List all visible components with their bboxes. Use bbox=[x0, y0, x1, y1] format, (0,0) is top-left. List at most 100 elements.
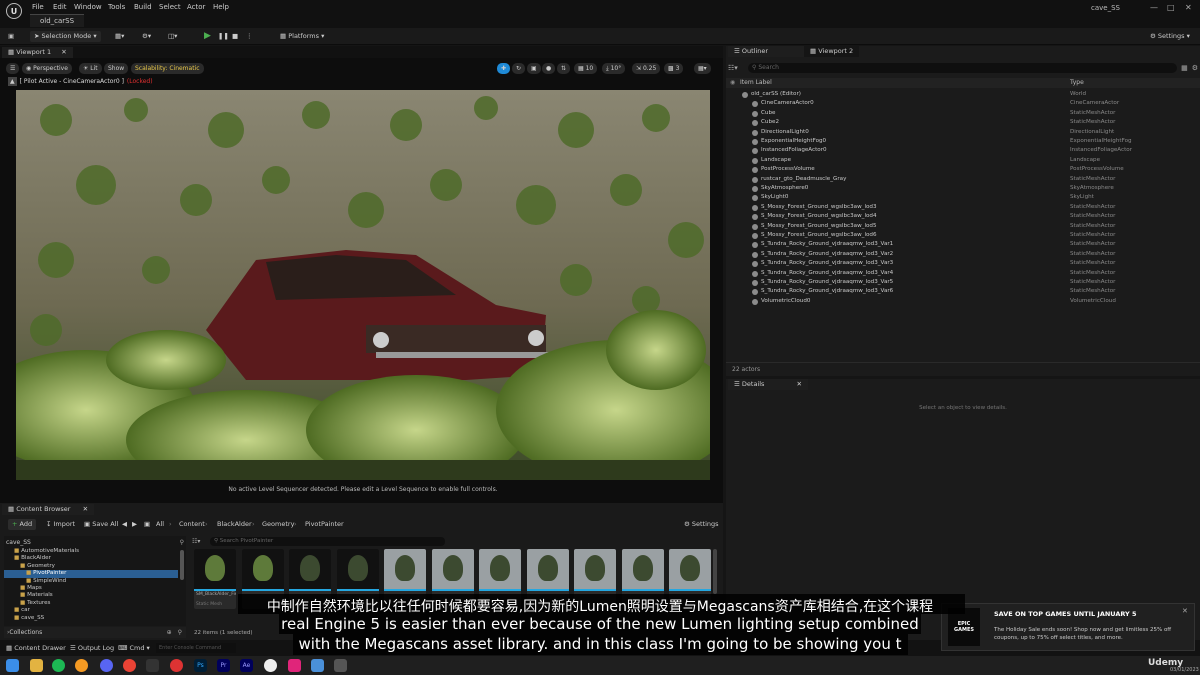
surface-snap-icon[interactable]: ⇅ bbox=[557, 63, 571, 74]
recorder-icon[interactable] bbox=[170, 659, 183, 672]
add-button[interactable]: + Add bbox=[8, 519, 37, 530]
selection-mode-button[interactable]: ➤ Selection Mode ▾ bbox=[30, 31, 101, 42]
outliner-row[interactable]: CineCameraActor0 CineCameraActor bbox=[726, 99, 1200, 108]
tab-close-icon[interactable]: ✕ bbox=[61, 48, 66, 56]
tree-item[interactable]: ■ AutomotiveMaterials bbox=[4, 548, 178, 555]
windows-start-icon[interactable] bbox=[6, 659, 19, 672]
play-options-icon[interactable]: ⋮ bbox=[246, 31, 253, 42]
menu-actor[interactable]: Actor bbox=[187, 3, 205, 11]
outliner-search-input[interactable]: ⚲ Search bbox=[748, 62, 1178, 73]
tree-scrollbar[interactable] bbox=[180, 550, 184, 580]
outliner-row[interactable]: S_Tundra_Rocky_Ground_vjdraaqmw_lod3_Var… bbox=[726, 278, 1200, 287]
grid-snap-button[interactable]: ▦ 10 bbox=[574, 63, 598, 74]
platforms-button[interactable]: ▦ Platforms ▾ bbox=[280, 31, 324, 42]
app2-icon[interactable] bbox=[288, 659, 301, 672]
outliner-row[interactable]: SkyLight0 SkyLight bbox=[726, 193, 1200, 202]
spotify-icon[interactable] bbox=[52, 659, 65, 672]
tab-viewport-2[interactable]: ▦ Viewport 2 bbox=[804, 46, 860, 57]
rotate-icon[interactable]: ↻ bbox=[512, 63, 526, 74]
outliner-settings-icon[interactable]: ⚙ bbox=[1192, 64, 1198, 72]
col-item-label[interactable]: Item Label bbox=[740, 78, 772, 88]
translate-icon[interactable]: ✚ bbox=[497, 63, 511, 74]
menu-build[interactable]: Build bbox=[134, 3, 152, 11]
add-actor-icon[interactable]: ▦▾ bbox=[115, 31, 124, 42]
blueprint-icon[interactable]: ⚙▾ bbox=[142, 31, 151, 42]
browser-icon[interactable] bbox=[75, 659, 88, 672]
scale-snap-button[interactable]: ⇲ 0.25 bbox=[632, 63, 661, 74]
step-icon[interactable]: ❚❚ bbox=[218, 31, 229, 42]
unreal-taskbar-icon[interactable] bbox=[264, 659, 277, 672]
outliner-row[interactable]: S_Mossy_Forest_Ground_wgslbc3aw_lod4 Stat… bbox=[726, 212, 1200, 221]
after-effects-icon[interactable]: Ae bbox=[240, 659, 253, 672]
save-all-button[interactable]: ▣ Save All bbox=[84, 519, 118, 530]
asset-scrollbar[interactable] bbox=[713, 549, 717, 594]
file-explorer-icon[interactable] bbox=[30, 659, 43, 672]
tree-root-row[interactable]: cave_SS ⚲ bbox=[6, 537, 184, 547]
outliner-row[interactable]: PostProcessVolume PostProcessVolume bbox=[726, 165, 1200, 174]
close-icon[interactable]: ✕ bbox=[1185, 3, 1192, 12]
viewport-menu-icon[interactable]: ☰ bbox=[6, 63, 20, 74]
filter-icon[interactable]: ☷▾ bbox=[192, 538, 210, 545]
tree-item[interactable]: ■ Geometry bbox=[4, 563, 178, 570]
breadcrumb-blackalder[interactable]: BlackAlder bbox=[217, 519, 252, 530]
minimize-icon[interactable]: — bbox=[1150, 3, 1158, 12]
scale-icon[interactable]: ▣ bbox=[527, 63, 541, 74]
breadcrumb-all[interactable]: All bbox=[156, 519, 164, 530]
outliner-row[interactable]: S_Mossy_Forest_Ground_wgslbc3aw_lod3 Stat… bbox=[726, 203, 1200, 212]
premiere-icon[interactable]: Pr bbox=[217, 659, 230, 672]
breadcrumb-content[interactable]: Content bbox=[179, 519, 205, 530]
tree-item[interactable]: ■ PivotPainter bbox=[4, 570, 178, 578]
outliner-row[interactable]: S_Tundra_Rocky_Ground_vjdraaqmw_lod3_Var… bbox=[726, 269, 1200, 278]
outliner-row[interactable]: Landscape Landscape bbox=[726, 156, 1200, 165]
camera-speed-button[interactable]: ▩ 3 bbox=[664, 63, 684, 74]
history-back-icon[interactable]: ◀ bbox=[122, 519, 127, 530]
layout-icon[interactable]: ▦▾ bbox=[694, 63, 711, 74]
app3-icon[interactable] bbox=[311, 659, 324, 672]
outliner-row[interactable]: old_carSS (Editor) World bbox=[726, 90, 1200, 99]
scalability-button[interactable]: Scalability: Cinematic bbox=[131, 63, 204, 74]
tab-close-icon[interactable]: ✕ bbox=[797, 380, 802, 388]
eject-icon[interactable]: ▲ bbox=[8, 77, 17, 86]
maximize-icon[interactable]: □ bbox=[1167, 3, 1175, 12]
save-icon[interactable]: ▣ bbox=[8, 31, 14, 42]
tab-content-browser[interactable]: ▦ Content Browser ✕ bbox=[2, 504, 95, 515]
outliner-row[interactable]: S_Mossy_Forest_Ground_wgslbc3aw_lod6 Stat… bbox=[726, 231, 1200, 240]
outliner-row[interactable]: S_Tundra_Rocky_Ground_vjdraaqmw_lod3_Var… bbox=[726, 259, 1200, 268]
cinematics-icon[interactable]: ◫▾ bbox=[168, 31, 177, 42]
breadcrumb-geometry[interactable]: Geometry bbox=[262, 519, 294, 530]
viewport-scene[interactable] bbox=[16, 90, 710, 480]
filter-icon[interactable]: ☷▾ bbox=[728, 64, 748, 72]
history-forward-icon[interactable]: ▶ bbox=[132, 519, 137, 530]
outliner-row[interactable]: rustcar_gto_Deadmuscle_Gray StaticMeshAct… bbox=[726, 175, 1200, 184]
outliner-row[interactable]: Cube StaticMeshActor bbox=[726, 109, 1200, 118]
cb-settings-button[interactable]: ⚙ Settings bbox=[684, 519, 719, 530]
outliner-row[interactable]: DirectionalLight0 DirectionalLight bbox=[726, 128, 1200, 137]
chrome-icon[interactable] bbox=[123, 659, 136, 672]
menu-edit[interactable]: Edit bbox=[53, 3, 67, 11]
menu-help[interactable]: Help bbox=[213, 3, 229, 11]
lit-button[interactable]: ☀ Lit bbox=[79, 63, 102, 74]
outliner-row[interactable]: S_Mossy_Forest_Ground_wgslbc3aw_lod5 Stat… bbox=[726, 222, 1200, 231]
menu-tools[interactable]: Tools bbox=[108, 3, 125, 11]
play-icon[interactable]: ▶ bbox=[204, 31, 211, 42]
world-icon[interactable]: ● bbox=[542, 63, 556, 74]
level-tab[interactable]: old_carSS bbox=[30, 14, 85, 27]
asset-search-input[interactable]: ⚲ Search PivotPainter bbox=[210, 537, 445, 546]
tab-details[interactable]: ☰ Details ✕ bbox=[728, 379, 808, 390]
outliner-row[interactable]: SkyAtmosphere0 SkyAtmosphere bbox=[726, 184, 1200, 193]
rotation-snap-button[interactable]: ⤓ 10° bbox=[602, 63, 626, 74]
tree-item[interactable]: ■ BlackAlder bbox=[4, 555, 178, 562]
menu-file[interactable]: File bbox=[32, 3, 44, 11]
outliner-row[interactable]: VolumetricCloud0 VolumetricCloud bbox=[726, 297, 1200, 306]
tab-viewport-1[interactable]: ▦ Viewport 1 ✕ bbox=[2, 47, 73, 58]
outliner-row[interactable]: InstancedFoliageActor0 InstancedFoliageAc… bbox=[726, 146, 1200, 155]
app4-icon[interactable] bbox=[334, 659, 347, 672]
outliner-row[interactable]: S_Tundra_Rocky_Ground_vjdraaqmw_lod3_Var… bbox=[726, 240, 1200, 249]
outliner-row[interactable]: S_Tundra_Rocky_Ground_vjdraaqmw_lod3_Var… bbox=[726, 287, 1200, 296]
photoshop-icon[interactable]: Ps bbox=[194, 659, 207, 672]
discord-icon[interactable] bbox=[100, 659, 113, 672]
menu-window[interactable]: Window bbox=[74, 3, 102, 11]
perspective-button[interactable]: ◉ Perspective bbox=[22, 63, 72, 74]
col-type[interactable]: Type bbox=[1070, 78, 1084, 88]
breadcrumb-pivotpainter[interactable]: PivotPainter bbox=[305, 519, 344, 530]
